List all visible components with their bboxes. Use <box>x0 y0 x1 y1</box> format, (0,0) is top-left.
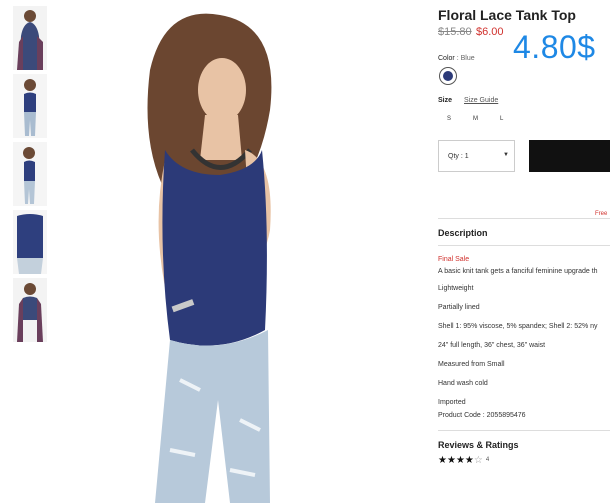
product-title: Floral Lace Tank Top <box>438 7 576 23</box>
quantity-select[interactable]: Qty : 1 ▼ <box>438 140 515 172</box>
size-option-s[interactable]: S <box>447 116 451 122</box>
main-product-image[interactable] <box>110 0 330 503</box>
size-label: Size <box>438 97 453 104</box>
description-line: Measured from Small <box>438 361 505 368</box>
color-swatch-blue[interactable] <box>439 67 457 85</box>
color-separator: : <box>456 55 459 62</box>
promo-price: 4.80$ <box>513 29 596 65</box>
color-label: Color <box>438 55 455 62</box>
color-value: Blue <box>460 55 475 62</box>
divider <box>438 430 610 431</box>
review-count: 4 <box>485 457 490 464</box>
description-line: Partially lined <box>438 304 480 311</box>
product-code: Product Code : 2055895476 <box>438 412 526 419</box>
chevron-down-icon: ▼ <box>503 152 509 158</box>
color-row: Color : Blue <box>438 55 475 62</box>
description-line: Hand wash cold <box>438 380 488 387</box>
add-to-bag-button[interactable] <box>529 140 610 172</box>
divider <box>438 245 610 246</box>
description-line: Lightweight <box>438 285 474 292</box>
star-icon: ★ <box>446 455 456 466</box>
thumbnail-1[interactable] <box>13 6 47 70</box>
description-title: Description <box>438 228 488 238</box>
quantity-label: Qty : 1 <box>448 153 469 160</box>
size-option-m[interactable]: M <box>473 116 478 122</box>
star-empty-icon: ☆ <box>473 455 483 466</box>
description-line: 24" full length, 36" chest, 36" waist <box>438 342 546 349</box>
reviews-title: Reviews & Ratings <box>438 440 519 450</box>
star-icon: ★ <box>455 455 465 466</box>
description-line: Shell 1: 95% viscose, 5% spandex; Shell … <box>438 323 598 330</box>
size-guide-link[interactable]: Size Guide <box>464 97 498 104</box>
thumbnail-list <box>13 6 47 346</box>
sale-price: $6.00 <box>476 26 504 38</box>
product-info-panel: Floral Lace Tank Top $15.80 $6.00 4.80$ … <box>438 0 610 503</box>
star-icon: ★ <box>438 455 447 466</box>
final-sale-text: Final Sale <box>438 256 470 263</box>
description-line: Imported <box>438 399 466 406</box>
thumbnail-3[interactable] <box>13 142 47 206</box>
original-price: $15.80 <box>438 26 472 38</box>
thumbnail-2[interactable] <box>13 74 47 138</box>
thumbnail-4[interactable] <box>13 210 47 274</box>
star-icon: ★ <box>464 455 474 466</box>
divider <box>438 218 610 219</box>
size-option-l[interactable]: L <box>500 116 503 122</box>
thumbnail-5[interactable] <box>13 278 47 342</box>
free-shipping-text: Free <box>595 211 608 217</box>
star-rating[interactable]: ★★★★☆ 4 <box>438 455 489 466</box>
description-line: A basic knit tank gets a fanciful femini… <box>438 268 598 275</box>
